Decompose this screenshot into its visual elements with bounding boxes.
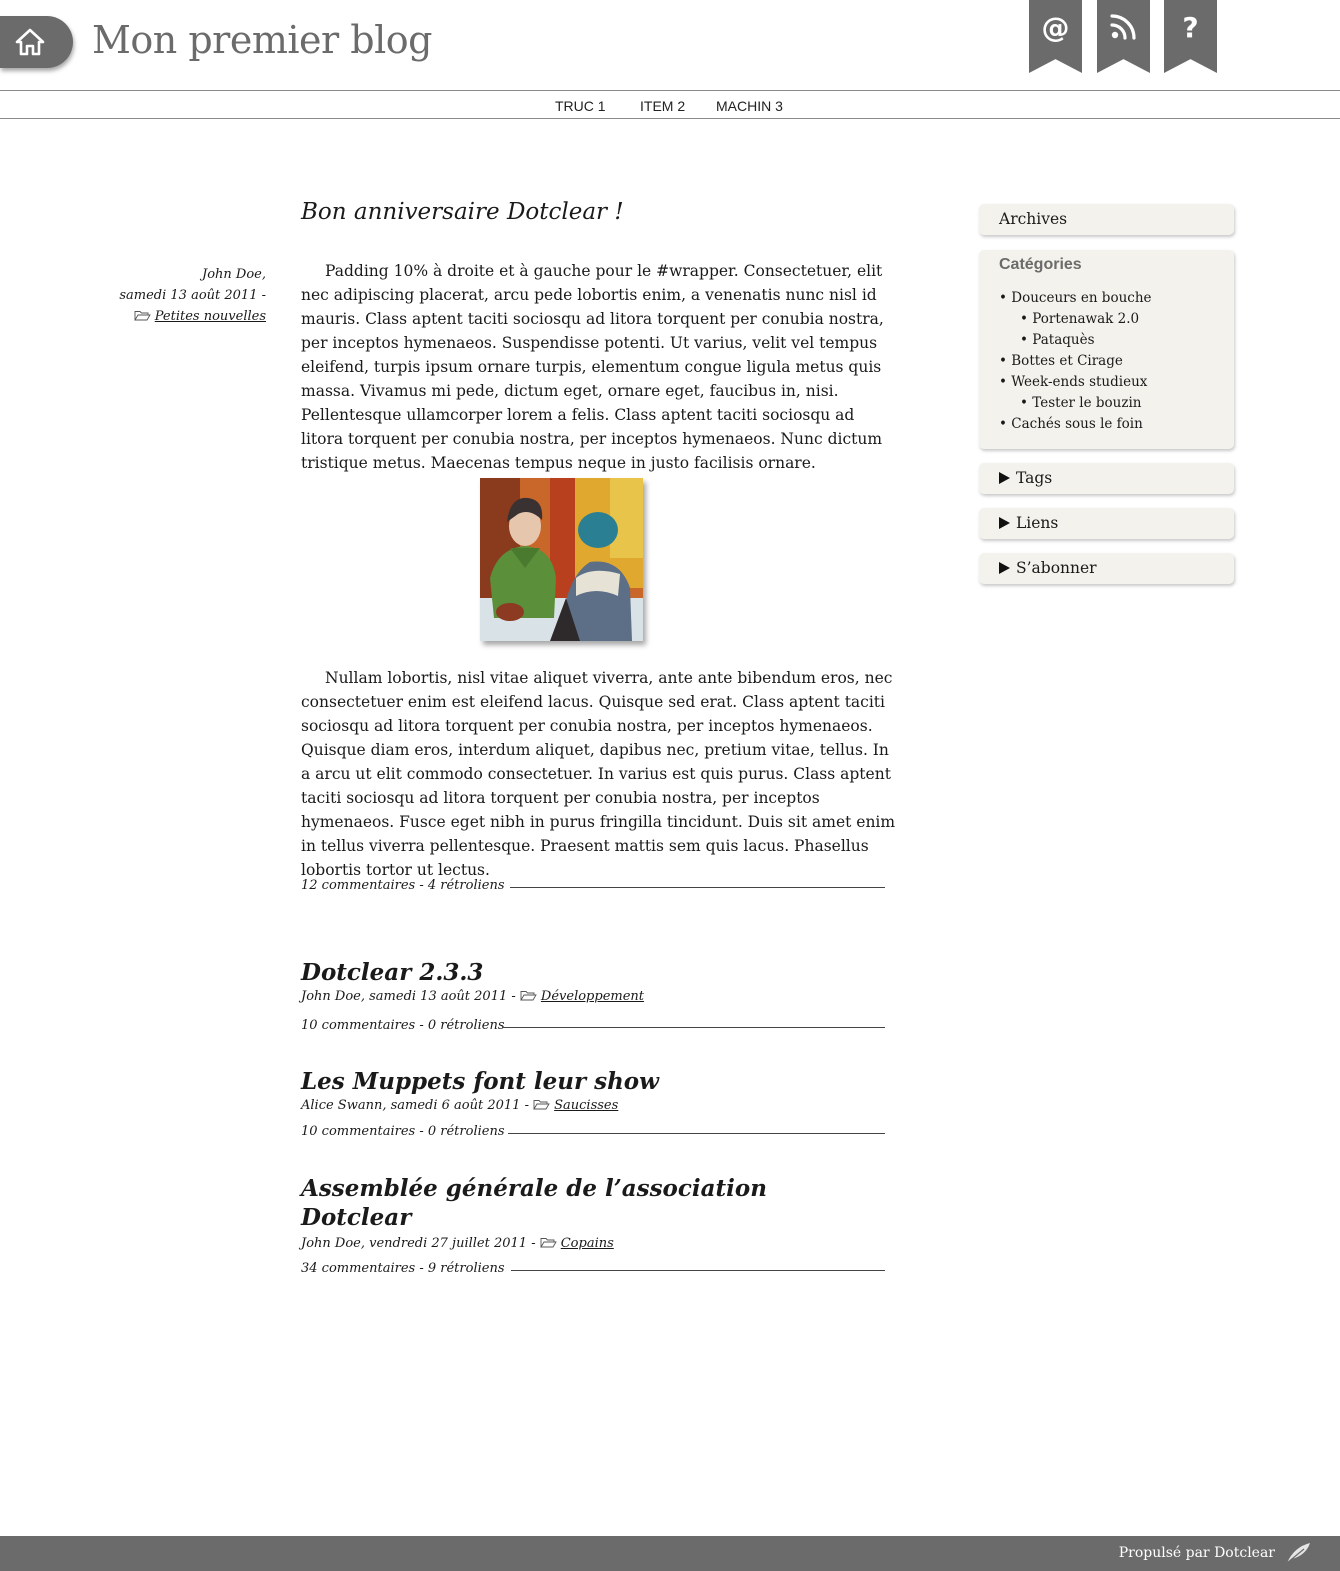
post-title[interactable]: Bon anniversaire Dotclear ! [301, 199, 624, 225]
folder-icon [520, 991, 537, 1001]
links-widget[interactable]: Liens [979, 508, 1234, 539]
category-item[interactable]: • Pataquès [999, 330, 1152, 351]
categories-widget: Catégories • Douceurs en bouche • Porten… [979, 250, 1234, 449]
post-list-comments[interactable]: 34 commentaires - 9 rétroliens [301, 1261, 505, 1276]
category-item[interactable]: • Tester le bouzin [999, 393, 1152, 414]
folder-icon [539, 1238, 557, 1248]
post-list-meta: John Doe, samedi 13 août 2011 - Développ… [301, 989, 645, 1004]
nav-item-machin-3[interactable]: MACHIN 3 [716, 98, 783, 114]
help-ribbon[interactable]: ? [1164, 0, 1217, 73]
post-author: John Doe, [202, 267, 266, 282]
categories-title: Catégories [999, 256, 1082, 273]
post-list-meta: Alice Swann, samedi 6 août 2011 - Saucis… [301, 1098, 619, 1113]
subscribe-widget[interactable]: S’abonner [979, 553, 1234, 584]
help-icon: ? [1182, 11, 1199, 44]
category-item[interactable]: • Cachés sous le foin [999, 414, 1152, 435]
contact-ribbon[interactable]: @ [1029, 0, 1082, 73]
tags-title: Tags [1016, 469, 1053, 487]
post-divider [511, 1270, 885, 1271]
nav-item-truc-1[interactable]: TRUC 1 [555, 98, 606, 114]
post-list-title[interactable]: Dotclear 2.3.3 [301, 958, 483, 987]
archives-widget[interactable]: Archives [979, 204, 1234, 235]
nav-item-item-2[interactable]: ITEM 2 [640, 98, 685, 114]
post-comments-count[interactable]: 12 commentaires - 4 rétroliens [301, 878, 505, 893]
post-date: samedi 13 août 2011 - [119, 288, 266, 303]
post-list-category-link[interactable]: Développement [541, 989, 644, 1004]
category-item[interactable]: • Douceurs en bouche [999, 288, 1152, 309]
post-category-link[interactable]: Petites nouvelles [155, 309, 266, 324]
categories-list: • Douceurs en bouche • Portenawak 2.0 • … [999, 288, 1152, 435]
subscribe-title: S’abonner [1016, 559, 1097, 577]
post-list-comments[interactable]: 10 commentaires - 0 rétroliens [301, 1124, 505, 1139]
painting-image [480, 478, 643, 641]
post-list-category-link[interactable]: Copains [561, 1236, 614, 1251]
expand-triangle-icon [999, 472, 1010, 484]
archives-title[interactable]: Archives [999, 210, 1067, 228]
post-list-meta: John Doe, vendredi 27 juillet 2011 - Cop… [301, 1236, 614, 1251]
feather-icon [1286, 1543, 1310, 1564]
post-divider [502, 1027, 885, 1028]
post-divider [508, 1133, 885, 1134]
footer-credit[interactable]: Propulsé par Dotclear [1119, 1545, 1275, 1561]
folder-icon [533, 1100, 550, 1110]
rss-icon [1110, 14, 1136, 40]
links-title: Liens [1016, 514, 1059, 532]
post-list-title[interactable]: Les Muppets font leur show [301, 1067, 659, 1096]
at-icon: @ [1041, 11, 1070, 44]
top-navigation: TRUC 1 ITEM 2 MACHIN 3 [0, 90, 1340, 119]
expand-triangle-icon [999, 517, 1010, 529]
post-list-category-link[interactable]: Saucisses [554, 1098, 618, 1113]
category-item[interactable]: • Bottes et Cirage [999, 351, 1152, 372]
post-meta: John Doe, samedi 13 août 2011 - Petites … [100, 264, 266, 327]
post-divider [510, 887, 885, 888]
category-item[interactable]: • Portenawak 2.0 [999, 309, 1152, 330]
category-item[interactable]: • Week-ends studieux [999, 372, 1152, 393]
post-list-title[interactable]: Assemblée générale de l’association Dotc… [301, 1174, 767, 1232]
site-title[interactable]: Mon premier blog [92, 18, 432, 62]
home-icon [15, 28, 45, 56]
folder-icon [133, 311, 151, 321]
site-footer: Propulsé par Dotclear [0, 1536, 1340, 1571]
rss-ribbon[interactable] [1097, 0, 1150, 73]
expand-triangle-icon [999, 562, 1010, 574]
post-paragraph-1: Padding 10% à droite et à gauche pour le… [301, 262, 884, 472]
post-paragraph-2: Nullam lobortis, nisl vitae aliquet vive… [301, 669, 896, 879]
tags-widget[interactable]: Tags [979, 463, 1234, 494]
post-list-comments[interactable]: 10 commentaires - 0 rétroliens [301, 1018, 505, 1033]
home-button[interactable] [0, 16, 73, 68]
